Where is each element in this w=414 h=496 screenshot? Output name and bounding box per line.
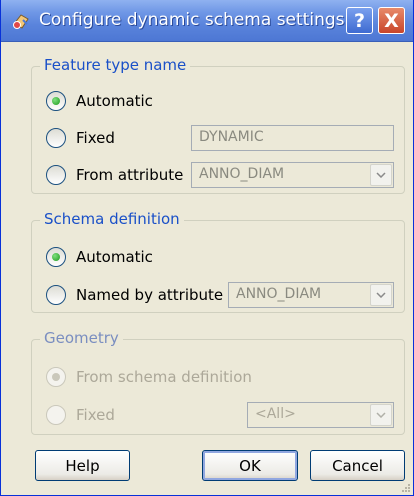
feature-type-fixed-radio[interactable]: [46, 128, 66, 148]
feature-type-fixed-option[interactable]: Fixed: [46, 126, 115, 150]
feature-type-attribute-radio[interactable]: [46, 165, 66, 185]
schema-attribute-select[interactable]: ANNO_DIAM: [228, 282, 394, 308]
schema-automatic-label: Automatic: [76, 248, 153, 266]
chevron-down-icon[interactable]: [370, 164, 392, 186]
geometry-fixed-option[interactable]: Fixed: [46, 403, 115, 427]
feature-type-automatic-radio[interactable]: [46, 91, 66, 111]
resize-grip-icon[interactable]: [399, 481, 411, 493]
help-titlebar-button[interactable]: ?: [346, 7, 373, 34]
schema-automatic-radio[interactable]: [46, 247, 66, 267]
feature-type-attribute-value: ANNO_DIAM: [199, 166, 285, 182]
feature-type-attribute-label: From attribute: [76, 166, 184, 184]
feature-type-fixed-label: Fixed: [76, 129, 115, 147]
geometry-fixed-label: Fixed: [76, 406, 115, 424]
feature-type-fixed-input[interactable]: DYNAMIC: [191, 125, 394, 151]
chevron-down-icon[interactable]: [370, 284, 392, 306]
geometry-group: Geometry From schema definition Fixed <A…: [31, 329, 405, 435]
cancel-button[interactable]: Cancel: [310, 450, 405, 481]
title-bar[interactable]: Configure dynamic schema settings ? X: [1, 0, 413, 42]
feature-type-attribute-select[interactable]: ANNO_DIAM: [191, 162, 394, 188]
geometry-schema-label: From schema definition: [76, 368, 252, 386]
ok-button[interactable]: OK: [202, 450, 298, 481]
dialog-window: Configure dynamic schema settings ? X Fe…: [0, 0, 414, 496]
geometry-fixed-radio[interactable]: [46, 405, 66, 425]
schema-definition-title: Schema definition: [40, 210, 184, 228]
feature-type-automatic-option[interactable]: Automatic: [46, 89, 153, 113]
window-title: Configure dynamic schema settings: [39, 10, 345, 30]
help-button[interactable]: Help: [35, 450, 130, 481]
feature-type-automatic-label: Automatic: [76, 92, 153, 110]
chevron-down-icon[interactable]: [370, 404, 392, 426]
schema-automatic-option[interactable]: Automatic: [46, 245, 153, 269]
geometry-title: Geometry: [40, 329, 123, 347]
feature-type-attribute-option[interactable]: From attribute: [46, 163, 183, 187]
feature-type-group: Feature type name Automatic Fixed DYNAMI…: [31, 56, 405, 194]
geometry-schema-radio[interactable]: [46, 367, 66, 387]
feature-type-title: Feature type name: [40, 56, 191, 74]
schema-attribute-value: ANNO_DIAM: [236, 286, 322, 302]
schema-named-option[interactable]: Named by attribute: [46, 283, 223, 307]
geometry-fixed-select[interactable]: <All>: [247, 402, 394, 428]
geometry-schema-option[interactable]: From schema definition: [46, 365, 252, 389]
schema-named-radio[interactable]: [46, 285, 66, 305]
close-button[interactable]: X: [378, 7, 405, 34]
schema-definition-group: Schema definition Automatic Named by att…: [31, 210, 405, 313]
schema-named-label: Named by attribute: [76, 286, 224, 304]
schema-settings-icon: [13, 14, 29, 29]
geometry-fixed-value: <All>: [255, 406, 296, 422]
